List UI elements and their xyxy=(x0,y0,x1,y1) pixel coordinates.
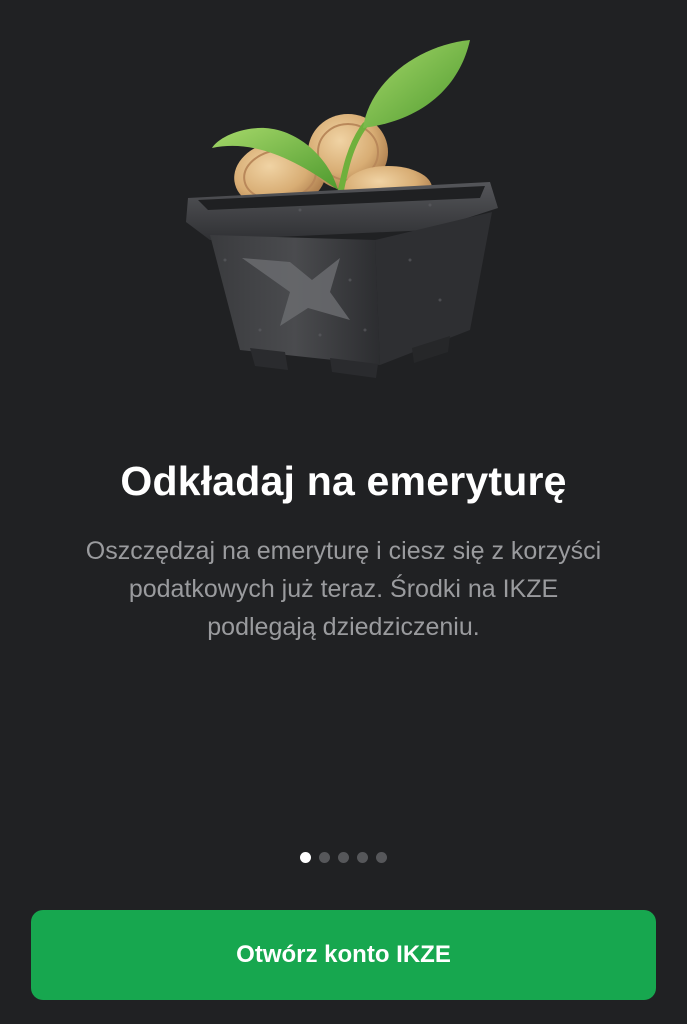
description: Oszczędzaj na emeryturę i ciesz się z ko… xyxy=(40,532,647,646)
page-dot[interactable] xyxy=(376,852,387,863)
page-dot-active[interactable] xyxy=(300,852,311,863)
page-dot[interactable] xyxy=(357,852,368,863)
page-dot[interactable] xyxy=(319,852,330,863)
page-indicator xyxy=(0,852,687,863)
description-line: podlegają dziedziczeniu. xyxy=(207,613,480,641)
page-title: Odkładaj na emeryturę xyxy=(120,458,567,504)
description-line: Oszczędzaj na emeryturę i ciesz się z ko… xyxy=(85,537,602,565)
onboarding-screen: Odkładaj na emeryturę Oszczędzaj na emer… xyxy=(0,0,687,1024)
page-dot[interactable] xyxy=(338,852,349,863)
plant-pot-with-coins-illustration xyxy=(186,40,498,378)
description-line: podatkowych już teraz. Środki na IKZE xyxy=(128,575,559,603)
open-ikze-account-button[interactable]: Otwórz konto IKZE xyxy=(31,910,656,1000)
